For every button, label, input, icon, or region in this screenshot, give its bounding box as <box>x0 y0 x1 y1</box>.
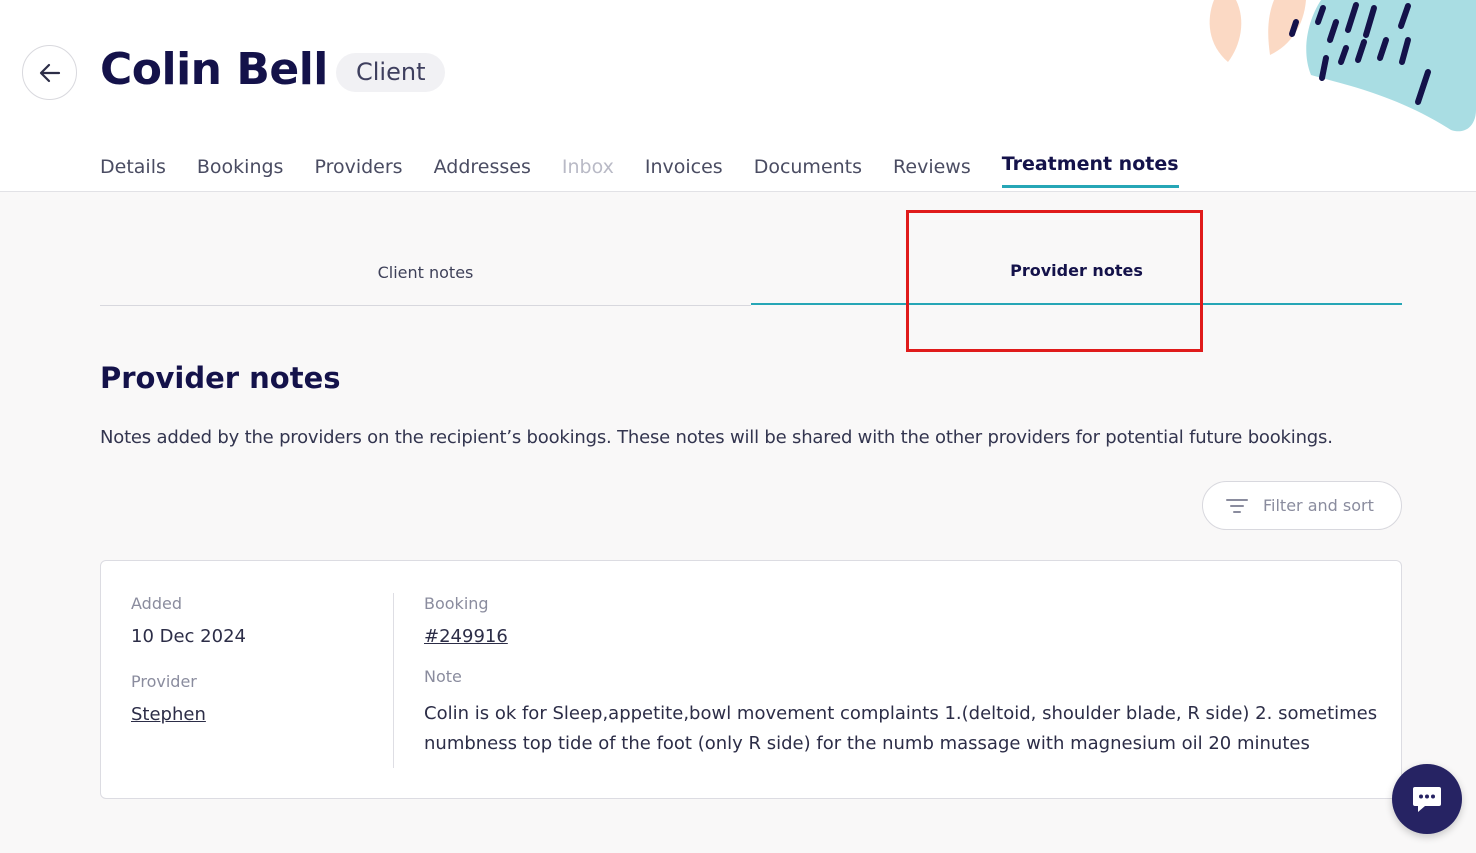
chat-button[interactable] <box>1392 764 1462 834</box>
note-text: Colin is ok for Sleep,appetite,bowl move… <box>424 703 1378 754</box>
added-label: Added <box>131 594 182 613</box>
provider-note-card: Added 10 Dec 2024 Provider Stephen Booki… <box>100 560 1402 799</box>
added-date: 10 Dec 2024 <box>131 626 246 647</box>
section-title: Provider notes <box>100 361 341 395</box>
role-badge: Client <box>336 53 446 92</box>
highlight-annotation-box <box>906 210 1203 352</box>
tab-invoices[interactable]: Invoices <box>645 150 723 192</box>
filter-and-sort-button[interactable]: Filter and sort <box>1202 481 1402 530</box>
booking-label: Booking <box>424 594 489 613</box>
provider-link[interactable]: Stephen <box>131 704 206 725</box>
tab-bookings[interactable]: Bookings <box>197 150 284 192</box>
provider-label: Provider <box>131 672 197 691</box>
page-title: Colin Bell <box>100 44 328 95</box>
tab-documents[interactable]: Documents <box>754 150 862 192</box>
tab-providers[interactable]: Providers <box>314 150 402 192</box>
tab-bar: Details Bookings Providers Addresses Inb… <box>100 150 1210 192</box>
tab-details[interactable]: Details <box>100 150 166 192</box>
tab-treatment-notes[interactable]: Treatment notes <box>1001 147 1179 188</box>
card-divider <box>393 593 394 768</box>
filter-icon <box>1226 498 1248 513</box>
tab-addresses[interactable]: Addresses <box>434 150 531 192</box>
booking-link[interactable]: #249916 <box>424 626 508 647</box>
filter-and-sort-label: Filter and sort <box>1263 496 1374 515</box>
arrow-left-icon <box>39 63 60 82</box>
tab-reviews[interactable]: Reviews <box>893 150 971 192</box>
decorative-leaves-illustration <box>1209 0 1476 132</box>
section-description: Notes added by the providers on the reci… <box>100 427 1333 448</box>
note-label: Note <box>424 667 462 686</box>
back-button[interactable] <box>22 45 77 100</box>
subtab-client-notes[interactable]: Client notes <box>100 250 751 306</box>
chat-bubble-icon <box>1413 787 1441 812</box>
notes-subtab-bar: Client notes Provider notes <box>100 250 1402 306</box>
page-header: Colin Bell Client Details Bookings Provi… <box>0 0 1476 192</box>
tab-inbox: Inbox <box>561 156 614 178</box>
